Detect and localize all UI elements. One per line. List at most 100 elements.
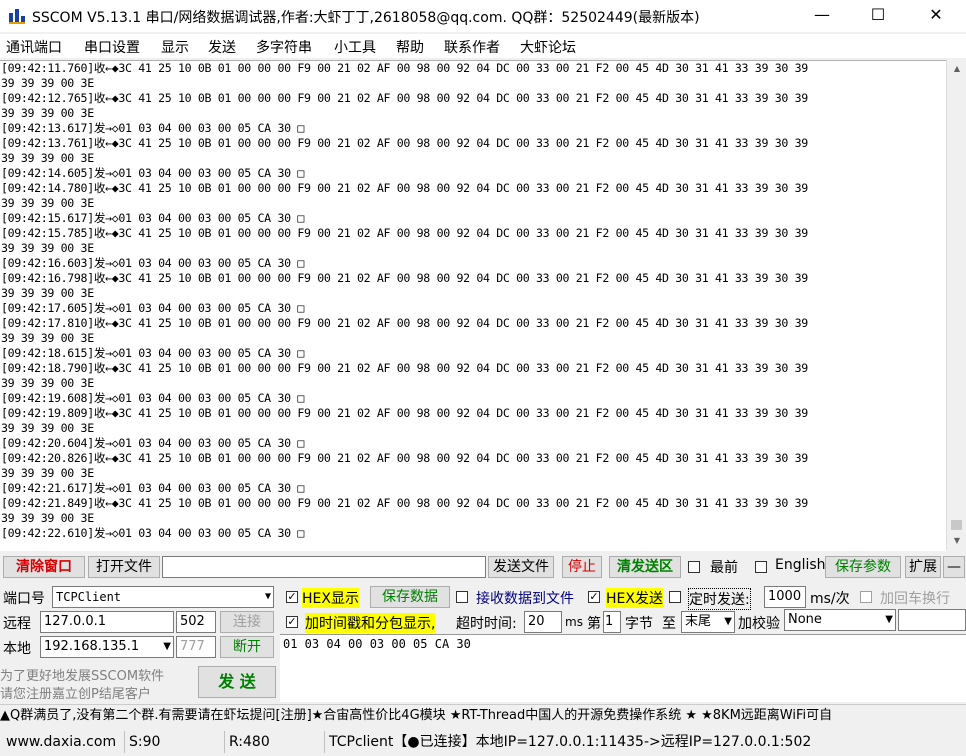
log-line: 39 39 39 00 3E bbox=[1, 466, 94, 480]
log-line: 39 39 39 00 3E bbox=[1, 511, 94, 525]
send-text-area[interactable]: 01 03 04 00 03 00 05 CA 30 bbox=[280, 634, 966, 702]
log-line: 39 39 39 00 3E bbox=[1, 196, 94, 210]
interval-unit: ms/次 bbox=[810, 591, 850, 607]
log-line: [09:42:15.785]收←◆3C 41 25 10 0B 01 00 00… bbox=[1, 226, 808, 240]
menu-tools[interactable]: 小工具 bbox=[334, 37, 376, 57]
frontmost-checkbox[interactable] bbox=[688, 561, 700, 573]
to-label: 至 bbox=[662, 616, 676, 632]
log-line: [09:42:14.605]发→◇01 03 04 00 03 00 05 CA… bbox=[1, 166, 304, 180]
end-select[interactable]: 末尾 ▼ bbox=[681, 611, 735, 633]
menu-forum[interactable]: 大虾论坛 bbox=[520, 37, 576, 57]
log-line: [09:42:19.608]发→◇01 03 04 00 03 00 05 CA… bbox=[1, 391, 304, 405]
local-label: 本地 bbox=[3, 641, 31, 657]
add-crlf-checkbox[interactable] bbox=[860, 591, 872, 603]
minimize-button[interactable]: — bbox=[794, 0, 850, 32]
log-line: [09:42:17.605]发→◇01 03 04 00 03 00 05 CA… bbox=[1, 301, 304, 315]
local-ip-select[interactable]: 192.168.135.1 ▼ bbox=[40, 636, 174, 658]
save-params-button[interactable]: 保存参数 bbox=[825, 556, 901, 578]
stop-button[interactable]: 停止 bbox=[562, 556, 602, 578]
menu-serial-settings[interactable]: 串口设置 bbox=[84, 37, 140, 57]
send-file-button[interactable]: 发送文件 bbox=[488, 556, 554, 578]
log-line: [09:42:17.810]收←◆3C 41 25 10 0B 01 00 00… bbox=[1, 316, 808, 330]
remote-ip-input[interactable]: 127.0.0.1 bbox=[40, 611, 174, 633]
status-received-count: R:480 bbox=[224, 731, 325, 753]
log-line: [09:42:15.617]发→◇01 03 04 00 03 00 05 CA… bbox=[1, 211, 304, 225]
file-path-input[interactable] bbox=[162, 556, 486, 578]
remote-port-input[interactable]: 502 bbox=[176, 611, 216, 633]
timed-send-checkbox[interactable] bbox=[669, 591, 681, 603]
clear-window-button[interactable]: 清除窗口 bbox=[3, 556, 85, 578]
save-data-button[interactable]: 保存数据 bbox=[370, 586, 450, 608]
log-line: [09:42:11.760]收←◆3C 41 25 10 0B 01 00 00… bbox=[1, 61, 808, 75]
announcement-ticker[interactable]: ▲Q群满员了,没有第二个群.有需要请在虾坛提问[注册]★合宙高性价比4G模块 ★… bbox=[0, 704, 966, 727]
menu-comm-port[interactable]: 通讯端口 bbox=[6, 37, 62, 57]
recv-to-file-checkbox[interactable] bbox=[456, 591, 468, 603]
expand-button[interactable]: 扩展 bbox=[905, 556, 941, 578]
dropdown-arrow-icon: ▼ bbox=[264, 591, 271, 602]
log-scrollbar[interactable]: ▲ ▼ bbox=[946, 60, 966, 550]
log-line: [09:42:20.604]发→◇01 03 04 00 03 00 05 CA… bbox=[1, 436, 304, 450]
log-line: [09:42:16.603]发→◇01 03 04 00 03 00 05 CA… bbox=[1, 256, 304, 270]
scroll-down-arrow-icon[interactable]: ▼ bbox=[947, 532, 966, 549]
send-button[interactable]: 发 送 bbox=[198, 666, 276, 698]
connect-button[interactable]: 连接 bbox=[220, 611, 274, 633]
disconnect-button[interactable]: 断开 bbox=[220, 636, 274, 658]
timestamp-checkbox[interactable]: ✓ bbox=[286, 616, 298, 628]
clear-send-area-button[interactable]: 清发送区 bbox=[609, 556, 681, 578]
log-line: 39 39 39 00 3E bbox=[1, 376, 94, 390]
timed-send-label: 定时发送: bbox=[688, 588, 751, 610]
dropdown-arrow-icon: ▼ bbox=[163, 641, 171, 652]
log-line: 39 39 39 00 3E bbox=[1, 151, 94, 165]
menu-contact-author[interactable]: 联系作者 bbox=[444, 37, 500, 57]
log-line: [09:42:14.780]收←◆3C 41 25 10 0B 01 00 00… bbox=[1, 181, 808, 195]
port-label: 端口号 bbox=[3, 591, 45, 607]
menu-send[interactable]: 发送 bbox=[208, 37, 236, 57]
timeout-input[interactable]: 20 bbox=[524, 611, 562, 633]
interval-input[interactable]: 1000 bbox=[764, 586, 806, 608]
log-line: [09:42:22.610]发→◇01 03 04 00 03 00 05 CA… bbox=[1, 526, 304, 540]
collapse-button[interactable]: — bbox=[943, 556, 965, 578]
maximize-button[interactable]: ☐ bbox=[850, 0, 906, 32]
open-file-button[interactable]: 打开文件 bbox=[88, 556, 160, 578]
menu-bar: 通讯端口 串口设置 显示 发送 多字符串 小工具 帮助 联系作者 大虾论坛 bbox=[0, 34, 966, 58]
receive-log[interactable]: [09:42:11.760]收←◆3C 41 25 10 0B 01 00 00… bbox=[0, 60, 946, 551]
local-port-input[interactable]: 777 bbox=[176, 636, 216, 658]
log-line: [09:42:16.798]收←◆3C 41 25 10 0B 01 00 00… bbox=[1, 271, 808, 285]
hex-display-checkbox[interactable]: ✓ bbox=[286, 591, 298, 603]
log-line: 39 39 39 00 3E bbox=[1, 331, 94, 345]
app-icon bbox=[9, 9, 25, 24]
log-line: [09:42:13.761]收←◆3C 41 25 10 0B 01 00 00… bbox=[1, 136, 808, 150]
log-line: [09:42:13.617]发→◇01 03 04 00 03 00 05 CA… bbox=[1, 121, 304, 135]
timeout-label: 超时时间: bbox=[456, 616, 517, 632]
port-select[interactable]: TCPClient ▼ bbox=[52, 586, 274, 608]
menu-display[interactable]: 显示 bbox=[161, 37, 189, 57]
menu-help[interactable]: 帮助 bbox=[396, 37, 424, 57]
timeout-unit: ms bbox=[565, 615, 583, 629]
log-line: [09:42:19.809]收←◆3C 41 25 10 0B 01 00 00… bbox=[1, 406, 808, 420]
checksum-label: 加校验 bbox=[738, 616, 780, 632]
scroll-up-arrow-icon[interactable]: ▲ bbox=[947, 60, 966, 77]
byte-label: 字节 bbox=[625, 616, 653, 632]
log-line: 39 39 39 00 3E bbox=[1, 76, 94, 90]
checksum-extra-field[interactable] bbox=[898, 609, 966, 631]
log-line: [09:42:20.826]收←◆3C 41 25 10 0B 01 00 00… bbox=[1, 451, 808, 465]
recv-to-file-label: 接收数据到文件 bbox=[476, 591, 574, 607]
remote-label: 远程 bbox=[3, 616, 31, 632]
byte-index-input[interactable]: 1 bbox=[603, 611, 621, 633]
log-line: [09:42:21.617]发→◇01 03 04 00 03 00 05 CA… bbox=[1, 481, 304, 495]
status-sent-count: S:90 bbox=[124, 731, 225, 753]
timestamp-label: 加时间戳和分包显示, bbox=[305, 613, 436, 633]
frontmost-label: 最前 bbox=[710, 560, 738, 576]
english-checkbox[interactable] bbox=[755, 561, 767, 573]
log-line: 39 39 39 00 3E bbox=[1, 286, 94, 300]
close-button[interactable]: ✕ bbox=[908, 0, 964, 32]
log-line: 39 39 39 00 3E bbox=[1, 241, 94, 255]
checksum-select[interactable]: None ▼ bbox=[784, 609, 896, 631]
status-website[interactable]: www.daxia.com bbox=[0, 731, 116, 753]
english-label: English bbox=[775, 557, 826, 573]
hex-send-checkbox[interactable]: ✓ bbox=[588, 591, 600, 603]
menu-multi-string[interactable]: 多字符串 bbox=[256, 37, 312, 57]
log-line: 39 39 39 00 3E bbox=[1, 106, 94, 120]
scroll-thumb[interactable] bbox=[951, 520, 962, 530]
log-line: [09:42:21.849]收←◆3C 41 25 10 0B 01 00 00… bbox=[1, 496, 808, 510]
